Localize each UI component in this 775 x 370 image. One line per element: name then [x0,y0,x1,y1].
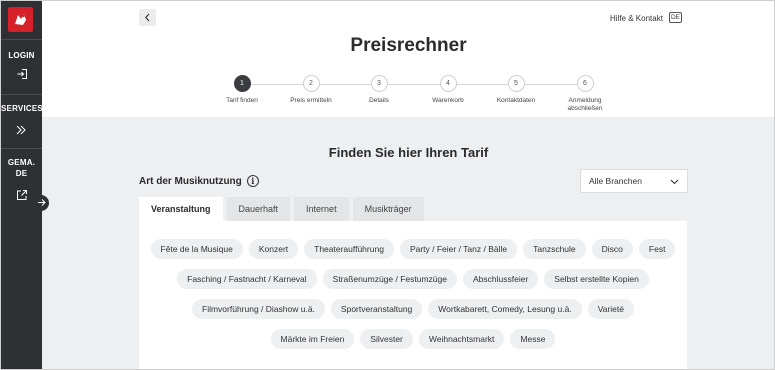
app-window: LOGIN SERVICES GEMA. DE Hilfe & Kontakt … [0,0,775,370]
step-label-line: Anmeldung [568,97,602,104]
category-chip[interactable]: Theateraufführung [304,239,394,259]
sidebar-services-label: SERVICES [1,104,43,113]
step-label: Warenkorb [432,97,464,104]
step-number: 4 [439,75,457,92]
help-contact-link[interactable]: Hilfe & Kontakt [610,14,663,23]
category-chip[interactable]: Fête de la Musique [150,239,243,259]
chip-row: Filmvorführung / Diashow u.ä. Sportveran… [139,299,687,319]
category-chip[interactable]: Fest [638,239,676,259]
chip-row: Märkte im Freien Silvester Weihnachtsmar… [139,329,687,349]
step-label: Tarif finden [226,97,258,104]
info-icon[interactable]: i [246,175,259,187]
sidebar-divider [1,148,42,149]
chip-row: Fasching / Fastnacht / Karneval Straßenu… [139,269,687,289]
tab-dauerhaft[interactable]: Dauerhaft [226,197,291,221]
category-chip[interactable]: Party / Feier / Tanz / Bälle [399,239,518,259]
step-2[interactable]: 2 Preis ermitteln [276,75,346,105]
sidebar-divider [1,94,42,95]
tab-musiktraeger[interactable]: Musikträger [352,197,424,221]
back-button[interactable] [139,9,156,26]
tab-veranstaltung[interactable]: Veranstaltung [139,197,223,221]
step-4[interactable]: 4 Warenkorb [413,75,483,105]
category-chip[interactable]: Märkte im Freien [270,329,355,349]
stepper: 1 Tarif finden 2 Preis ermitteln 3 Detai… [42,75,774,117]
services-chevrons-icon [15,123,29,137]
step-1[interactable]: 1 Tarif finden [207,75,277,105]
arrow-right-icon [37,194,46,212]
category-chips: Fête de la Musique Konzert Theaterauffüh… [139,239,687,359]
branch-select[interactable]: Alle Branchen [580,169,688,193]
step-number: 6 [576,75,594,92]
category-chip[interactable]: Varieté [587,299,634,319]
category-chip[interactable]: Selbst erstellte Kopien [544,269,649,289]
category-chip[interactable]: Wortkabarett, Comedy, Lesung u.ä. [428,299,582,319]
category-chip[interactable]: Weihnachtsmarkt [418,329,505,349]
step-label: Details [369,97,389,104]
sidebar-gema-label-line1: GEMA. [7,158,36,167]
sidebar-item-login[interactable]: LOGIN [1,50,42,81]
step-3[interactable]: 3 Details [344,75,414,105]
section-title: Finden Sie hier Ihren Tarif [328,145,489,160]
step-number: 5 [507,75,525,92]
step-label: Preis ermitteln [290,97,332,104]
category-chip[interactable]: Fasching / Fastnacht / Karneval [177,269,317,289]
language-button[interactable]: DE [669,12,682,23]
sidebar-login-label: LOGIN [8,51,35,60]
step-number: 2 [302,75,320,92]
gema-logo-icon[interactable] [8,7,33,32]
category-chip[interactable]: Disco [591,239,633,259]
step-5[interactable]: 5 Kontaktdaten [481,75,551,105]
step-label: Kontaktdaten [496,97,536,104]
header: Hilfe & Kontakt DE Preisrechner 1 Tarif … [42,1,774,117]
login-icon [15,67,29,81]
sidebar-divider [1,39,42,40]
sidebar-gema-label-line2: DE [15,169,28,178]
category-chip[interactable]: Messe [510,329,556,349]
main-content: Finden Sie hier Ihren Tarif Art der Musi… [42,117,774,369]
category-chip[interactable]: Tanzschule [523,239,586,259]
chevron-left-icon [144,9,151,27]
category-chip[interactable]: Abschlussfeier [463,269,539,289]
step-number: 3 [370,75,388,92]
chip-row: Fête de la Musique Konzert Theaterauffüh… [139,239,687,259]
step-label-line: abschließen [567,105,603,112]
step-label: Anmeldung abschließen [550,97,620,113]
chevron-down-icon [670,177,679,187]
step-number: 1 [233,75,251,92]
sidebar: LOGIN SERVICES GEMA. DE [1,1,43,369]
usage-label: Art der Musiknutzung i [139,175,259,187]
external-link-icon [15,188,29,202]
page-title: Preisrechner [350,35,467,56]
category-chip[interactable]: Filmvorführung / Diashow u.ä. [192,299,325,319]
sidebar-toggle-button[interactable] [33,195,49,211]
category-chip[interactable]: Konzert [248,239,299,259]
category-chip[interactable]: Sportveranstaltung [330,299,423,319]
usage-tabs: Veranstaltung Dauerhaft Internet Musiktr… [139,197,428,221]
tab-panel: Fête de la Musique Konzert Theaterauffüh… [139,221,687,369]
category-chip[interactable]: Silvester [360,329,413,349]
usage-label-text: Art der Musiknutzung [139,175,242,187]
step-6[interactable]: 6 Anmeldung abschließen [550,75,620,113]
category-chip[interactable]: Straßenumzüge / Festumzüge [322,269,457,289]
branch-select-value: Alle Branchen [589,176,642,186]
sidebar-item-services[interactable]: SERVICES [1,103,43,137]
tab-internet[interactable]: Internet [294,197,349,221]
